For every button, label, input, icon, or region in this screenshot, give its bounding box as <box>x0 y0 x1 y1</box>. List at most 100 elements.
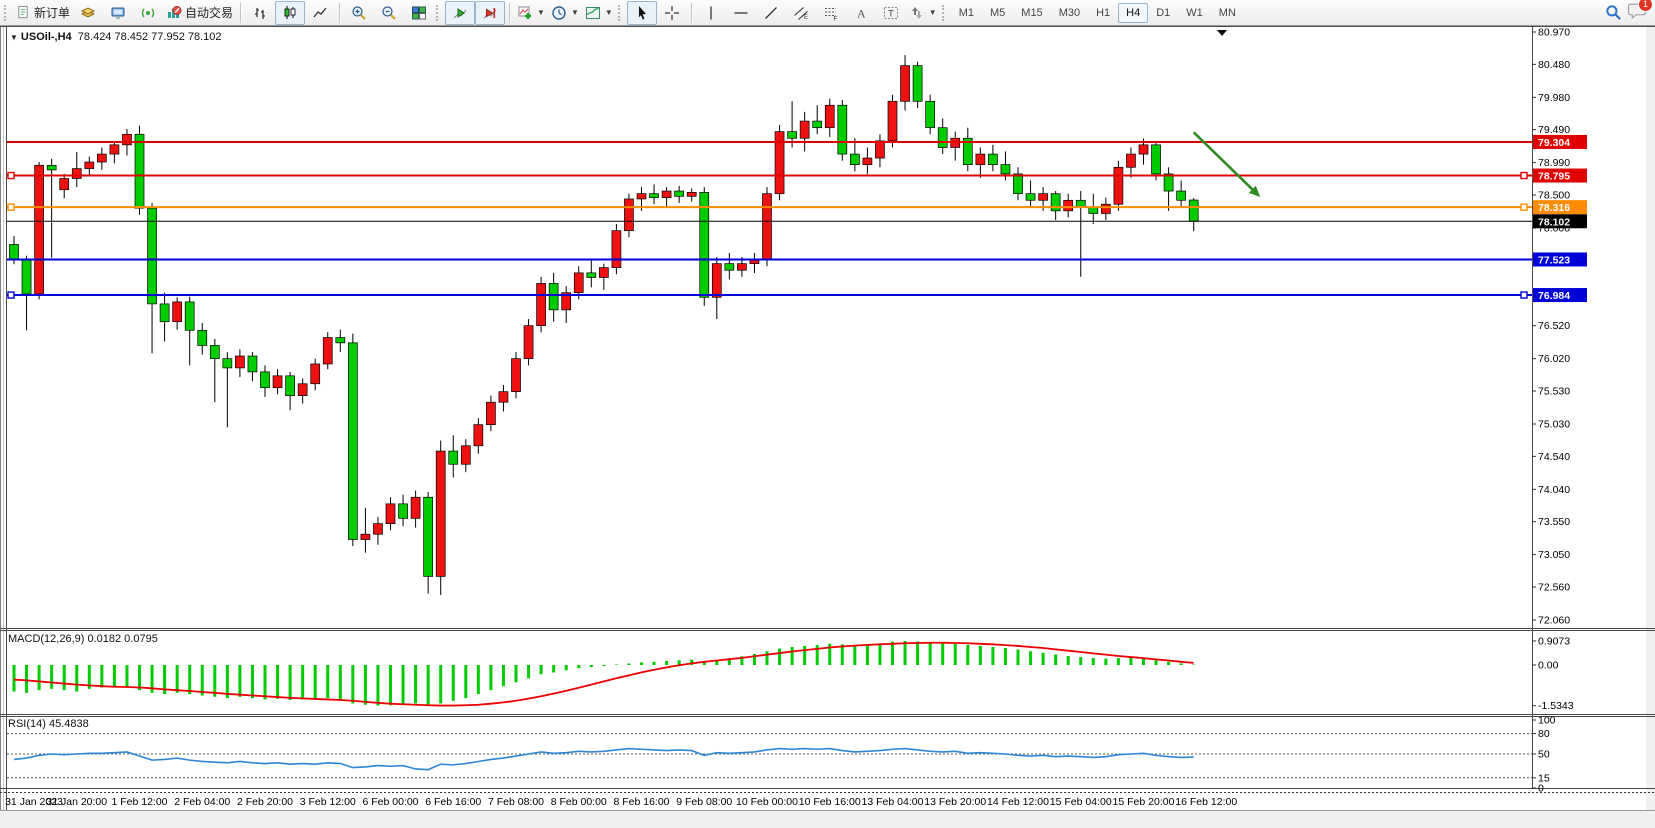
bar-chart-type-button[interactable] <box>245 1 275 25</box>
toolbar-grip[interactable] <box>436 5 441 21</box>
price-tick-label: 74.540 <box>1538 451 1570 463</box>
arrows-tool-button[interactable]: ▼ <box>906 1 940 25</box>
period-button[interactable]: ▼ <box>548 1 582 25</box>
toolbar-grip[interactable] <box>618 5 623 21</box>
text-tool-button[interactable]: A <box>846 1 876 25</box>
time-tick-label: 13 Feb 04:00 <box>862 796 924 808</box>
time-tick-label: 15 Feb 20:00 <box>1113 796 1175 808</box>
line-chart-type-button[interactable] <box>305 1 335 25</box>
line-chart-icon <box>312 5 328 21</box>
time-tick-label: 7 Feb 08:00 <box>488 796 544 808</box>
rsi-tick-label: 50 <box>1538 749 1550 761</box>
fibonacci-tool-button[interactable]: F <box>816 1 846 25</box>
time-tick-label: 16 Feb 12:00 <box>1175 796 1237 808</box>
cursor-tool-button[interactable] <box>627 1 657 25</box>
price-tick-label: 73.550 <box>1538 516 1570 528</box>
price-tick-label: 73.050 <box>1538 549 1570 561</box>
line-handle <box>8 173 14 179</box>
chart-title: ▼USOil-,H4 78.424 78.452 77.952 78.102 <box>10 31 222 43</box>
auto-scroll-icon <box>452 5 468 21</box>
zoom-in-icon <box>351 5 367 21</box>
price-tag-label: 77.523 <box>1538 254 1570 266</box>
time-tick-label: 1 Feb 12:00 <box>111 796 167 808</box>
template-icon <box>585 5 601 21</box>
zoom-out-button[interactable] <box>374 1 404 25</box>
notification-badge: 1 <box>1638 0 1653 12</box>
new-order-label: 新订单 <box>34 4 70 21</box>
price-tick-label: 72.560 <box>1538 582 1570 594</box>
line-handle <box>8 292 14 298</box>
price-tick-label: 75.530 <box>1538 386 1570 398</box>
chart-shift-icon <box>482 5 498 21</box>
time-tick-label: 8 Feb 00:00 <box>551 796 607 808</box>
time-tick-label: 13 Feb 20:00 <box>924 796 986 808</box>
chart-shift-button[interactable] <box>475 1 505 25</box>
price-tick-label: 80.480 <box>1538 59 1570 71</box>
text-label-icon: T <box>883 5 899 21</box>
crosshair-tool-button[interactable] <box>657 1 687 25</box>
new-order-button[interactable]: 新订单 <box>13 1 73 25</box>
chart-area[interactable]: 80.97080.48079.98079.49078.99078.50078.0… <box>0 26 1655 828</box>
signals-button[interactable] <box>133 1 163 25</box>
macd-indicator-title: MACD(12,26,9) 0.0182 0.0795 <box>8 633 158 645</box>
timeframe-m5-button[interactable]: M5 <box>982 3 1013 23</box>
fibonacci-icon: F <box>823 5 839 21</box>
time-tick-label: 2 Feb 20:00 <box>237 796 293 808</box>
autotrading-label: 自动交易 <box>185 4 233 21</box>
time-tick-label: 14 Feb 12:00 <box>987 796 1049 808</box>
timeframe-m15-button[interactable]: M15 <box>1013 3 1050 23</box>
line-handle <box>1521 292 1527 298</box>
toolbar-separator <box>691 3 692 23</box>
signals-icon <box>140 5 156 21</box>
price-tick-label: 78.990 <box>1538 157 1570 169</box>
time-axis[interactable]: 31 Jan 202331 Jan 20:001 Feb 12:002 Feb … <box>5 796 1237 808</box>
rsi-tick-label: 80 <box>1538 728 1550 740</box>
chart-profile-icon <box>80 5 96 21</box>
toolbar-grip[interactable] <box>4 5 9 21</box>
dropdown-caret-icon: ▼ <box>537 8 545 17</box>
bar-chart-icon <box>252 5 268 21</box>
chart-profile-button[interactable] <box>73 1 103 25</box>
chart-background <box>0 26 1655 828</box>
vertical-line-tool-button[interactable] <box>696 1 726 25</box>
trendline-tool-button[interactable] <box>756 1 786 25</box>
timeframe-mn-button[interactable]: MN <box>1211 3 1244 23</box>
timeframe-m30-button[interactable]: M30 <box>1051 3 1088 23</box>
price-tick-label: 72.060 <box>1538 615 1570 627</box>
timeframe-w1-button[interactable]: W1 <box>1178 3 1211 23</box>
collapse-chart-icon[interactable]: ▼ <box>10 33 18 42</box>
price-tag-label: 79.304 <box>1538 137 1570 149</box>
template-button[interactable]: ▼ <box>582 1 616 25</box>
zoom-in-button[interactable] <box>344 1 374 25</box>
horizontal-line-icon <box>733 5 749 21</box>
timeframe-m1-button[interactable]: M1 <box>951 3 982 23</box>
time-tick-label: 3 Feb 12:00 <box>300 796 356 808</box>
tile-windows-button[interactable] <box>404 1 434 25</box>
channel-tool-button[interactable]: E <box>786 1 816 25</box>
auto-scroll-button[interactable] <box>445 1 475 25</box>
toolbar-separator <box>339 3 340 23</box>
autotrading-button[interactable]: 自动交易 <box>163 1 236 25</box>
timeframe-d1-button[interactable]: D1 <box>1148 3 1178 23</box>
toolbar-grip[interactable] <box>942 5 947 21</box>
add-indicator-button[interactable]: ▼ <box>514 1 548 25</box>
price-tick-label: 76.520 <box>1538 320 1570 332</box>
dropdown-caret-icon: ▼ <box>929 8 937 17</box>
notifications-button[interactable]: 1 <box>1628 2 1647 24</box>
timeframe-h4-button[interactable]: H4 <box>1118 3 1148 23</box>
price-tag-label: 78.102 <box>1538 216 1570 228</box>
horizontal-line-tool-button[interactable] <box>726 1 756 25</box>
toolbar-separator <box>509 3 510 23</box>
timeframe-h1-button[interactable]: H1 <box>1088 3 1118 23</box>
metaeditor-button[interactable] <box>103 1 133 25</box>
search-button[interactable] <box>1598 1 1628 25</box>
time-tick-label: 6 Feb 00:00 <box>362 796 418 808</box>
text-label-tool-button[interactable]: T <box>876 1 906 25</box>
candlestick-chart-type-button[interactable] <box>275 1 305 25</box>
macd-tick-label: -1.5343 <box>1538 700 1574 712</box>
clock-icon <box>551 5 567 21</box>
chart-canvas[interactable]: 80.97080.48079.98079.49078.99078.50078.0… <box>0 26 1655 828</box>
text-tool-icon: A <box>853 5 869 21</box>
rsi-tick-label: 100 <box>1538 715 1556 727</box>
time-tick-label: 10 Feb 00:00 <box>736 796 798 808</box>
